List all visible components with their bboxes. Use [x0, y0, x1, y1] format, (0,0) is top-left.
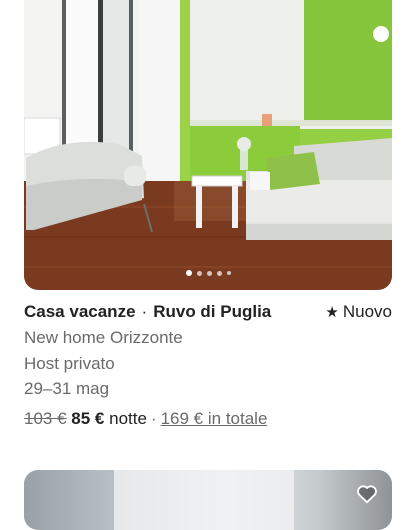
price-line: 103 € 85 € notte · 169 € in totale	[24, 409, 267, 429]
pagination-dot[interactable]	[216, 270, 222, 276]
host-type: Host privato	[24, 354, 115, 373]
star-icon: ★	[325, 303, 339, 321]
listing-photo[interactable]	[24, 0, 392, 290]
photo-highlight	[114, 470, 294, 530]
pagination-dot[interactable]	[226, 271, 231, 275]
new-badge: ★ Nuovo	[325, 302, 392, 322]
title-separator: ·	[141, 302, 148, 321]
price-old: 103 €	[24, 409, 67, 428]
new-badge-label: Nuovo	[342, 302, 392, 321]
listing-type: Casa vacanze	[24, 302, 136, 321]
listing-location: Ruvo di Puglia	[153, 302, 272, 321]
photo-pagination	[24, 270, 392, 276]
heart-outline-icon[interactable]	[356, 484, 378, 504]
next-listing-photo[interactable]	[24, 470, 392, 530]
pagination-dot[interactable]	[185, 270, 192, 276]
listing-title: Casa vacanze · Ruvo di Puglia	[24, 302, 271, 322]
price-separator: ·	[150, 409, 157, 428]
listing-title-row: Casa vacanze · Ruvo di Puglia ★ Nuovo	[24, 302, 392, 322]
price-new: 85 €	[71, 409, 105, 428]
pagination-dot[interactable]	[196, 270, 202, 276]
listing-name: New home Orizzonte	[24, 328, 183, 347]
listing-dates: 29–31 mag	[24, 379, 110, 398]
price-total-link[interactable]: 169 € in totale	[161, 409, 268, 428]
pagination-dot[interactable]	[206, 270, 212, 276]
price-unit: notte	[109, 409, 147, 428]
